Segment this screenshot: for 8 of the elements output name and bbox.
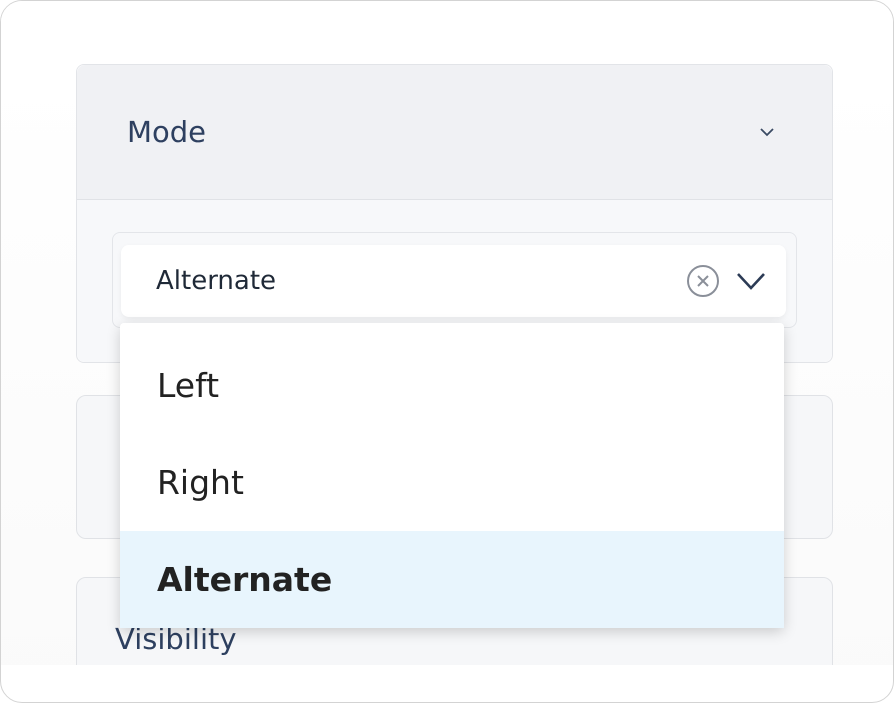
mode-select[interactable]: Alternate [121,245,786,317]
clear-icon[interactable] [686,264,720,298]
dropdown-option[interactable]: Right [120,434,784,531]
chevron-icon[interactable] [736,272,766,290]
mode-panel-header[interactable]: Mode [77,65,832,200]
dropdown-option[interactable]: Left [120,337,784,434]
dropdown-option[interactable]: Alternate [120,531,784,628]
chevron-icon [759,127,775,137]
